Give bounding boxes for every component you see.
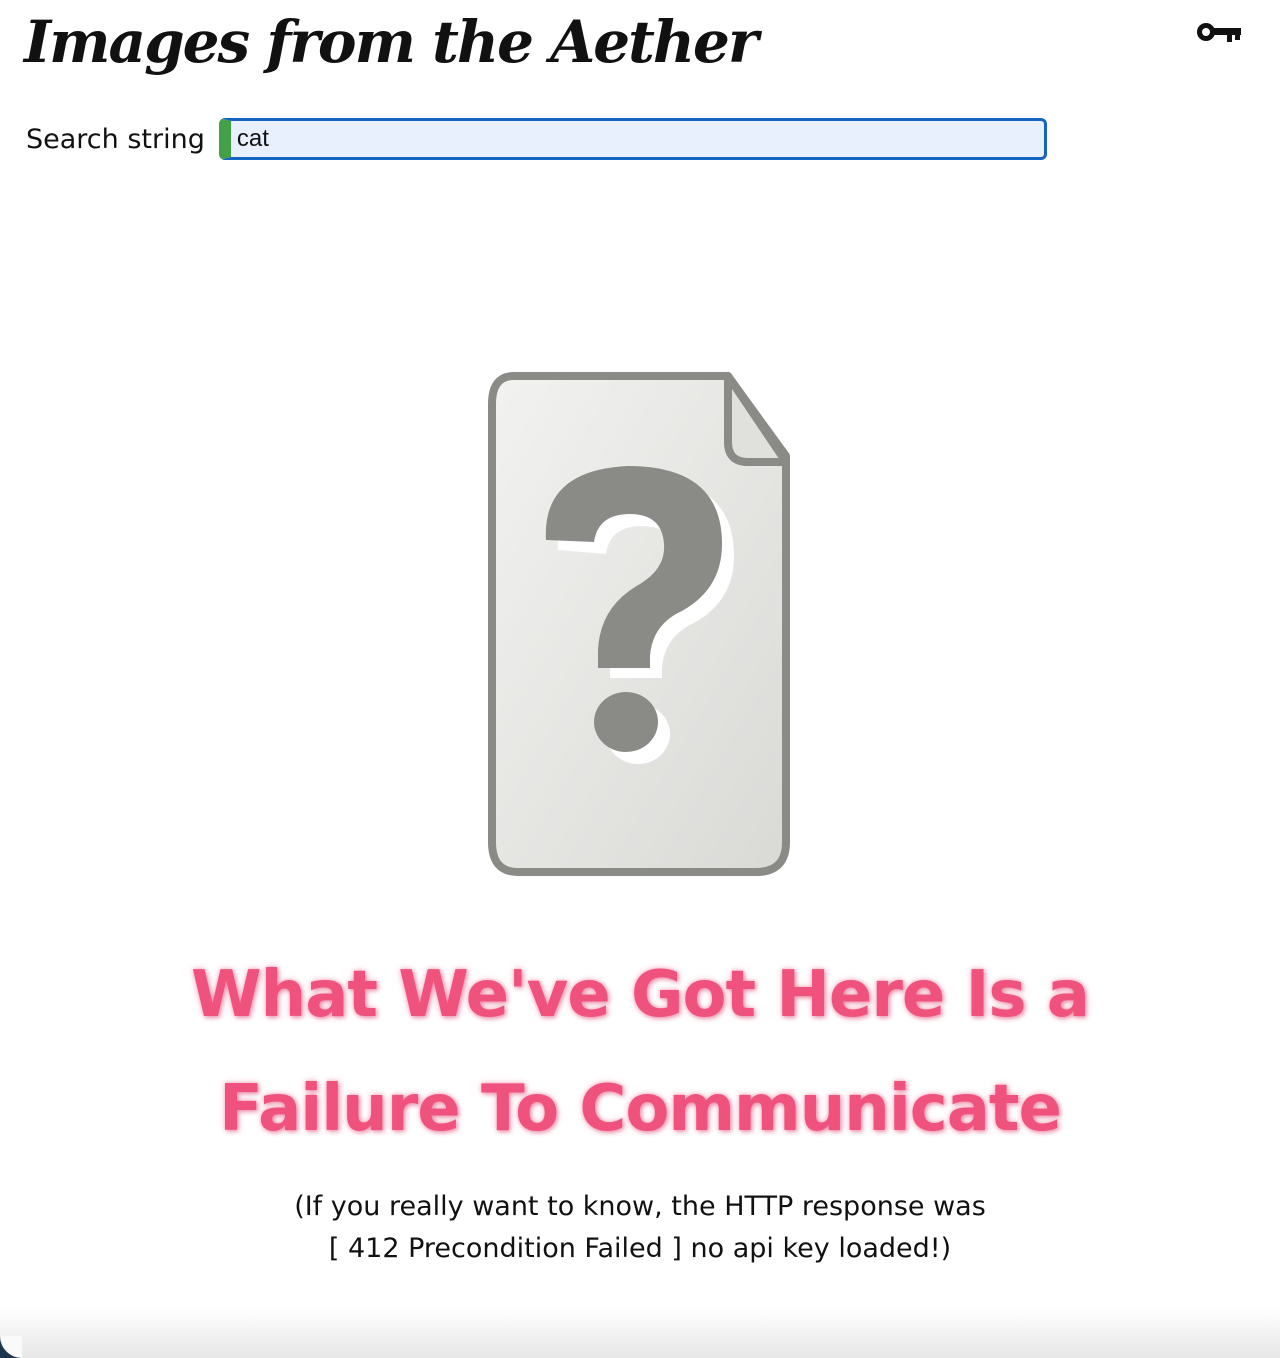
error-details: (If you really want to know, the HTTP re… [140,1186,1140,1270]
window-bottom-shade [0,1308,1280,1358]
api-key-button[interactable] [1194,18,1242,48]
error-details-line-2: [ 412 Precondition Failed ] no api key l… [328,1233,952,1264]
search-row: Search string [26,118,1047,160]
error-headline-line-1: What We've Got Here Is a [191,958,1090,1032]
window-corner [0,1336,22,1358]
error-headline: What We've Got Here Is a Failure To Comm… [140,938,1140,1166]
error-details-line-1: (If you really want to know, the HTTP re… [294,1191,986,1222]
search-label: Search string [26,123,205,155]
search-input[interactable] [218,118,1047,160]
missing-file-icon [486,372,796,884]
page-title: Images from the Aether [24,8,759,76]
error-headline-line-2: Failure To Communicate [219,1072,1062,1146]
key-icon [1197,23,1241,42]
